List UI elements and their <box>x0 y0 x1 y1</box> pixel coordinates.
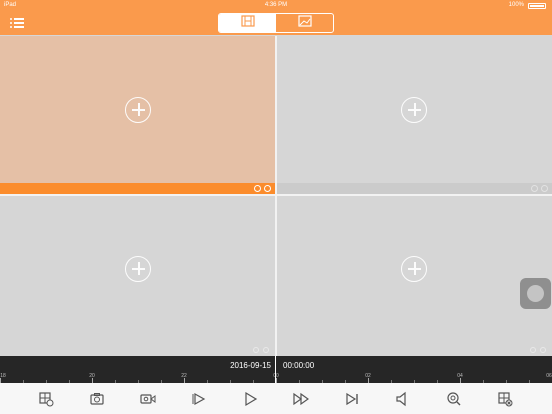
timeline-time: 00:00:00 <box>283 361 315 370</box>
tab-live-view[interactable] <box>219 14 276 32</box>
grid-divider-horizontal <box>0 194 552 196</box>
tab-gallery[interactable] <box>276 14 333 32</box>
timeline-tick-label: 02 <box>365 373 371 379</box>
timeline-cursor[interactable] <box>275 356 276 383</box>
cell-info-icon[interactable] <box>254 185 261 192</box>
add-channel-icon[interactable] <box>401 97 427 123</box>
slow-play-icon[interactable] <box>191 391 207 407</box>
digital-zoom-icon[interactable] <box>446 391 462 407</box>
cell-refresh-icon[interactable] <box>541 185 548 192</box>
image-gallery-icon <box>297 14 312 32</box>
battery-icon <box>528 3 546 9</box>
add-channel-icon[interactable] <box>125 256 151 282</box>
top-bar: iPad 4:36 PM 100% <box>0 0 552 35</box>
timeline-tick-label: 18 <box>0 373 6 379</box>
fast-forward-icon[interactable] <box>293 391 309 407</box>
record-icon[interactable] <box>140 391 156 407</box>
video-cell-3[interactable] <box>0 196 275 356</box>
video-cell-2-toolbar <box>277 183 552 194</box>
grid-divider-vertical <box>275 36 277 356</box>
video-cell-1-toolbar <box>0 183 275 194</box>
cell-info-icon[interactable] <box>530 347 536 353</box>
timeline-tick-label: 22 <box>181 373 187 379</box>
video-cell-1[interactable] <box>0 36 275 183</box>
timeline-date: 2016-09-15 <box>230 361 271 370</box>
view-mode-segmented-control <box>218 13 334 33</box>
add-channel-icon[interactable] <box>125 97 151 123</box>
film-strip-icon <box>240 14 255 32</box>
add-channel-icon[interactable] <box>401 256 427 282</box>
snapshot-icon[interactable] <box>89 391 105 407</box>
cell-refresh-icon[interactable] <box>540 347 546 353</box>
close-all-icon[interactable] <box>497 391 513 407</box>
assistive-touch-button[interactable] <box>520 278 551 309</box>
next-frame-icon[interactable] <box>344 391 360 407</box>
clock-label: 4:36 PM <box>264 2 288 8</box>
volume-icon[interactable] <box>395 391 411 407</box>
video-cell-4[interactable] <box>277 196 552 356</box>
cell-info-icon[interactable] <box>531 185 538 192</box>
cell-info-icon[interactable] <box>253 347 259 353</box>
cell-refresh-icon[interactable] <box>264 185 271 192</box>
timeline-tick-label: 04 <box>457 373 463 379</box>
timeline-tick-label: 06 <box>546 373 552 379</box>
timeline-tick-label: 20 <box>89 373 95 379</box>
list-icon[interactable] <box>10 17 24 29</box>
playback-toolbar <box>0 383 552 414</box>
play-icon[interactable] <box>242 391 258 407</box>
playback-search-icon[interactable] <box>38 391 54 407</box>
video-cell-2[interactable] <box>277 36 552 183</box>
playback-timeline[interactable]: 2016-09-15 00:00:00 18 20 22 00 02 04 06 <box>0 356 552 383</box>
battery-label: 100% <box>508 2 524 8</box>
cell-refresh-icon[interactable] <box>263 347 269 353</box>
